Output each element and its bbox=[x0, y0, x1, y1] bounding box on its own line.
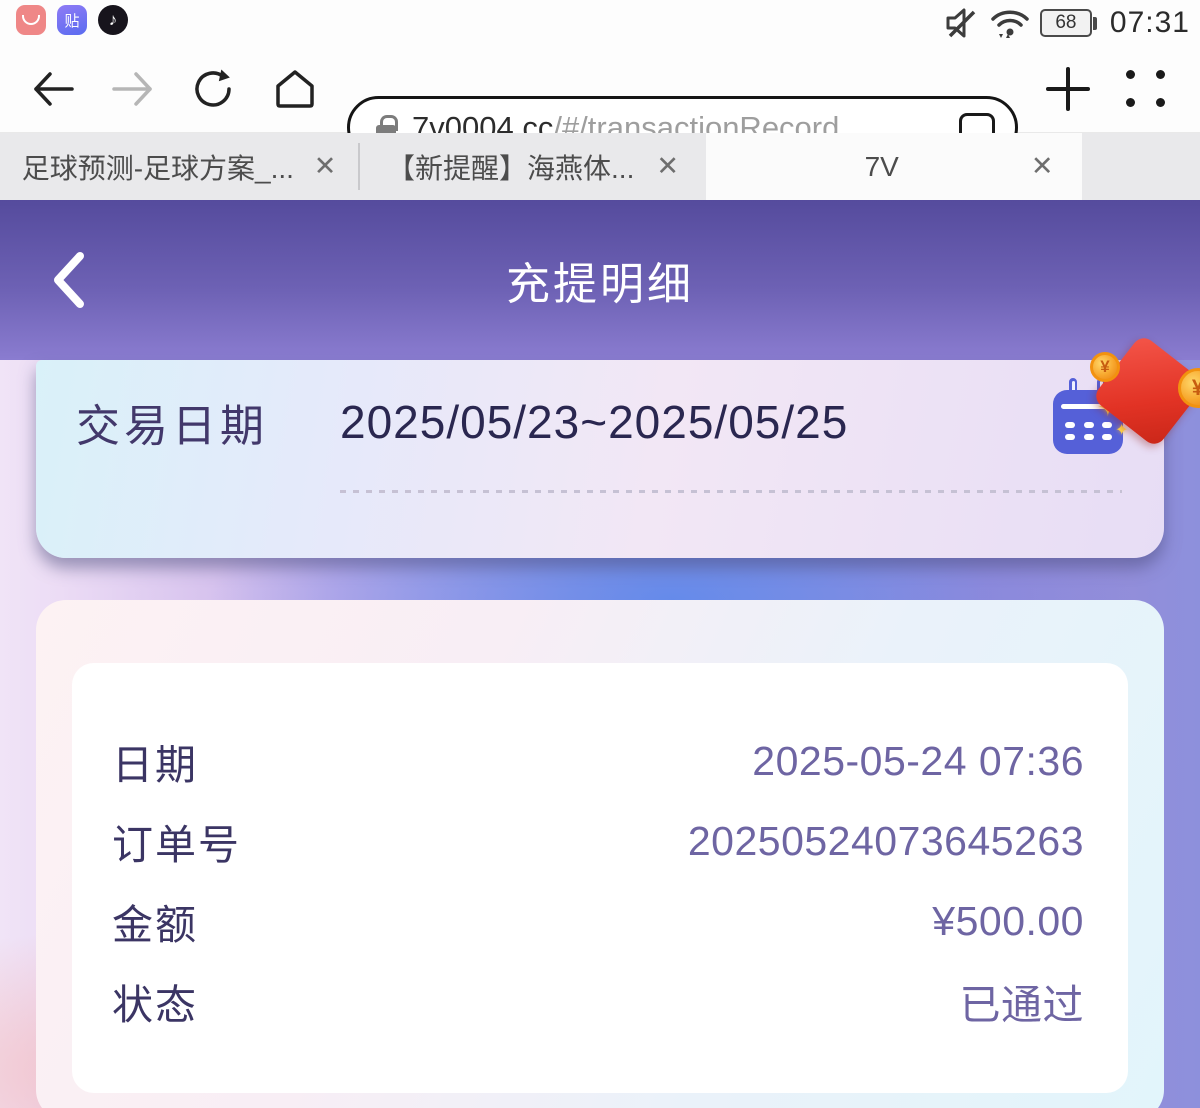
record-row-amount: 金额 ¥500.00 bbox=[112, 881, 1084, 961]
record-row-date: 日期 2025-05-24 07:36 bbox=[112, 721, 1084, 801]
row-value: ¥500.00 bbox=[932, 898, 1084, 945]
gold-coin-icon: ¥ bbox=[1178, 368, 1200, 408]
battery-nub bbox=[1093, 17, 1097, 30]
status-clock: 07:31 bbox=[1110, 6, 1190, 40]
reload-icon[interactable] bbox=[190, 66, 236, 112]
new-tab-icon[interactable] bbox=[1046, 67, 1090, 111]
row-value: 20250524073645263 bbox=[688, 818, 1084, 865]
row-label: 状态 bbox=[112, 971, 198, 1031]
sparkle-icon: ✦ bbox=[1115, 420, 1128, 440]
menu-icon[interactable] bbox=[1126, 69, 1170, 109]
dashed-divider bbox=[340, 490, 1122, 493]
record-row-status: 状态 已通过 bbox=[112, 961, 1084, 1041]
tab-label: 7V bbox=[865, 151, 899, 183]
tab-7v-active[interactable]: 7V ✕ bbox=[706, 133, 1082, 200]
date-filter-row: 交易日期 2025/05/23~2025/05/25 bbox=[76, 390, 848, 454]
battery-indicator: 68 bbox=[1040, 9, 1097, 37]
mute-icon bbox=[944, 6, 980, 40]
tab-strip: 足球预测-足球方案_... ✕ 【新提醒】海燕体... ✕ 7V ✕ bbox=[0, 133, 1200, 200]
douyin-icon: ♪ bbox=[98, 5, 128, 35]
transaction-date-label: 交易日期 bbox=[76, 390, 340, 454]
tab-close-icon[interactable]: ✕ bbox=[1031, 151, 1054, 182]
row-value: 2025-05-24 07:36 bbox=[752, 738, 1084, 785]
tieba-icon: 贴 bbox=[57, 5, 87, 35]
back-icon[interactable] bbox=[30, 68, 76, 110]
page-background: ¥ ¥ 交易日期 2025/05/23~2025/05/25 ✦ ✦ bbox=[0, 360, 1200, 1108]
record-row-order-no: 订单号 20250524073645263 bbox=[112, 801, 1084, 881]
screen: 贴 ♪ 68 07:31 bbox=[0, 0, 1200, 1108]
date-range-value[interactable]: 2025/05/23~2025/05/25 bbox=[340, 395, 848, 449]
status-bar: 贴 ♪ 68 07:31 bbox=[0, 0, 1200, 45]
tab-label: 【新提醒】海燕体... bbox=[387, 147, 634, 187]
page-title: 充提明细 bbox=[0, 200, 1200, 360]
tab-close-icon[interactable]: ✕ bbox=[314, 151, 337, 182]
record-item-card[interactable]: 日期 2025-05-24 07:36 订单号 2025052407364526… bbox=[72, 663, 1128, 1093]
record-list-card: 日期 2025-05-24 07:36 订单号 2025052407364526… bbox=[36, 600, 1164, 1108]
notification-app-icons: 贴 ♪ bbox=[16, 5, 128, 35]
wifi-icon bbox=[989, 6, 1031, 40]
forward-icon[interactable] bbox=[110, 68, 156, 110]
calendar-picker-icon[interactable]: ✦ ✦ bbox=[1053, 378, 1125, 454]
battery-level: 68 bbox=[1040, 9, 1092, 37]
status-icons: 68 07:31 bbox=[944, 6, 1190, 40]
home-icon[interactable] bbox=[272, 67, 318, 111]
row-label: 订单号 bbox=[112, 811, 241, 871]
tab-close-icon[interactable]: ✕ bbox=[656, 151, 679, 182]
sparkle-icon: ✦ bbox=[1097, 392, 1119, 423]
status-badge: 已通过 bbox=[960, 971, 1085, 1031]
appgallery-icon bbox=[16, 5, 46, 35]
row-label: 金额 bbox=[112, 891, 198, 951]
tab-haiyan[interactable]: 【新提醒】海燕体... ✕ bbox=[360, 133, 706, 200]
browser-toolbar: 7v0004.cc/#/transactionRecord bbox=[0, 45, 1200, 133]
date-filter-card: 交易日期 2025/05/23~2025/05/25 ✦ ✦ bbox=[36, 360, 1164, 558]
tab-label: 足球预测-足球方案_... bbox=[22, 147, 292, 187]
tab-football[interactable]: 足球预测-足球方案_... ✕ bbox=[0, 133, 358, 200]
page-header: 充提明细 bbox=[0, 200, 1200, 360]
row-label: 日期 bbox=[112, 731, 198, 791]
